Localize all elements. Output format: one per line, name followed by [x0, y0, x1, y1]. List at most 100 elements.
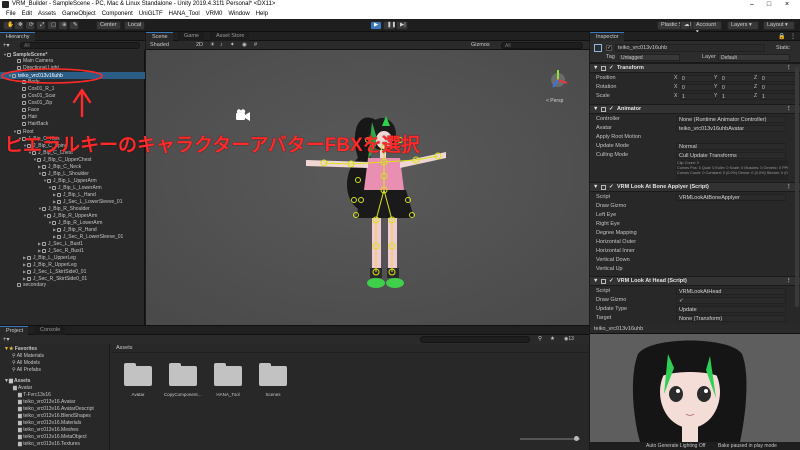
hidden-objects-icon[interactable]: ◉: [242, 42, 247, 48]
component-menu-icon[interactable]: ⋮: [786, 105, 792, 114]
project-folder-item[interactable]: ▆ teiko_vrc013v16.MetaObject: [4, 434, 87, 441]
component-menu-icon[interactable]: ⋮: [786, 183, 792, 192]
folder-label[interactable]: HANA_Tool: [204, 392, 252, 397]
breadcrumb-assets[interactable]: Assets: [116, 345, 133, 351]
tag-dropdown[interactable]: Untagged: [618, 54, 680, 61]
foldout-arrow-icon[interactable]: ▼: [593, 277, 598, 286]
field-value[interactable]: Cull Update Transforms: [676, 152, 786, 159]
eye-count-icon[interactable]: ◉13: [564, 336, 574, 342]
grid-toggle-icon[interactable]: #: [254, 42, 257, 48]
field-value[interactable]: None (Runtime Animator Controller): [676, 116, 786, 123]
close-icon[interactable]: ×: [780, 0, 794, 9]
component-menu-icon[interactable]: ⋮: [786, 64, 792, 73]
pause-button[interactable]: ❚❚: [383, 21, 396, 30]
audio-toggle-icon[interactable]: ♪: [220, 42, 223, 48]
hierarchy-item[interactable]: ▼ J_Bip_L_LowerArm: [0, 184, 145, 191]
menu-component[interactable]: Component: [102, 11, 133, 17]
menu-window[interactable]: Window: [228, 11, 249, 17]
inspector-scrollbar[interactable]: [795, 67, 799, 307]
field-value[interactable]: ✓: [676, 297, 786, 304]
folder-icon[interactable]: [259, 362, 287, 386]
hierarchy-item[interactable]: ▶ J_Bip_L_UpperLeg: [0, 254, 145, 261]
menu-edit[interactable]: Edit: [22, 11, 32, 17]
favorite-item[interactable]: ⚲ All Prefabs: [4, 367, 41, 374]
component-menu-icon[interactable]: ⋮: [786, 277, 792, 286]
project-folder-item[interactable]: ▆ teiko_vrc013v16.Textures: [4, 441, 80, 448]
component-enabled-checkbox[interactable]: ✓: [609, 277, 614, 286]
transform-x-field[interactable]: 1: [680, 93, 716, 100]
transform-z-field[interactable]: 0: [760, 75, 796, 82]
field-value[interactable]: VRMLookAtHead: [676, 288, 786, 295]
pivot-local-button[interactable]: Local: [124, 21, 146, 30]
hierarchy-item[interactable]: ▼ J_Bip_R_Shoulder: [0, 205, 145, 212]
assets-header[interactable]: ▼▆ Assets: [4, 378, 30, 385]
project-folder-item[interactable]: ▆ teiko_vrc013v16.AvatarDescript: [4, 406, 94, 413]
project-folder-item[interactable]: ▆ teiko_vrc013v16.Materials: [4, 420, 81, 427]
project-folder-item[interactable]: ▆ Avatar: [4, 385, 32, 392]
step-button[interactable]: ▶|: [396, 21, 408, 30]
tab-console[interactable]: Console: [34, 326, 66, 335]
hierarchy-item[interactable]: ▼ J_Bip_R_UpperArm: [0, 212, 145, 219]
transform-x-field[interactable]: 0: [680, 84, 716, 91]
transform-y-field[interactable]: 0: [720, 75, 756, 82]
rotate-tool-button[interactable]: ⟳: [25, 21, 35, 30]
menu-gameobject[interactable]: GameObject: [62, 11, 96, 17]
component-enabled-checkbox[interactable]: ✓: [609, 105, 614, 114]
transform-z-field[interactable]: 0: [760, 84, 796, 91]
project-folder-item[interactable]: ▆ teiko_vrc013v16.Meshes: [4, 427, 79, 434]
persp-label[interactable]: < Persp: [546, 98, 564, 104]
folder-label[interactable]: Avatar: [114, 392, 162, 397]
menu-unigltf[interactable]: UniGLTF: [139, 11, 163, 17]
transform-z-field[interactable]: 1: [760, 93, 796, 100]
zoom-slider[interactable]: [520, 436, 580, 441]
hierarchy-item[interactable]: HairBack: [0, 121, 145, 128]
move-tool-button[interactable]: ✥: [14, 21, 24, 30]
hierarchy-item[interactable]: ▶ J_Bip_R_Hand: [0, 226, 145, 233]
hierarchy-item[interactable]: ▼ J_Bip_L_Shoulder: [0, 170, 145, 177]
hierarchy-item[interactable]: secondary: [0, 282, 145, 289]
transform-component-header[interactable]: ▼ ✓ Transform ⋮: [590, 63, 800, 73]
foldout-arrow-icon[interactable]: ▼: [593, 183, 598, 192]
field-value[interactable]: Update: [676, 306, 786, 313]
foldout-arrow-icon[interactable]: ▼: [593, 64, 598, 73]
field-value[interactable]: VRMLookAtBoneApplyer: [676, 194, 786, 201]
hierarchy-item[interactable]: ▼ J_Bip_C_UpperChest: [0, 156, 145, 163]
tab-game[interactable]: Game: [178, 32, 204, 41]
pivot-center-button[interactable]: Center: [96, 21, 121, 30]
transform-y-field[interactable]: 1: [720, 93, 756, 100]
cloud-icon[interactable]: ☁: [680, 21, 690, 30]
menu-file[interactable]: File: [6, 11, 16, 17]
project-folder-item[interactable]: ▆ teiko_vrc013v16.BlendShapes: [4, 413, 91, 420]
star-icon[interactable]: ★: [550, 336, 555, 342]
scene-search-input[interactable]: [501, 42, 583, 49]
filter-icon[interactable]: ⚲: [538, 336, 542, 342]
lighting-toggle-icon[interactable]: ☀: [210, 42, 215, 48]
folder-icon[interactable]: [214, 362, 242, 386]
scene-viewport[interactable]: < Persp: [146, 50, 589, 325]
static-toggle[interactable]: Static: [776, 45, 790, 51]
hierarchy-item[interactable]: ▶ J_Bip_C_Neck: [0, 163, 145, 170]
kebab-menu-icon[interactable]: ⋮: [790, 33, 796, 40]
tab-scene[interactable]: Scene: [146, 32, 173, 41]
tab-asset-store[interactable]: Asset Store: [210, 32, 250, 41]
hierarchy-item[interactable]: ▶ J_Sec_L_SkirtSide0_01: [0, 268, 145, 275]
tab-inspector[interactable]: Inspector: [590, 32, 624, 41]
hierarchy-item[interactable]: ▶ J_Sec_R_LowerSleeve_01: [0, 233, 145, 240]
layout-dropdown[interactable]: Layout ▾: [763, 21, 795, 30]
favorites-header[interactable]: ▼★ Favorites: [4, 346, 37, 353]
layer-dropdown[interactable]: Default: [718, 54, 790, 61]
scene-root-row[interactable]: ▼ SampleScene*: [0, 51, 145, 58]
component-enabled-checkbox[interactable]: ✓: [609, 183, 614, 192]
active-checkbox[interactable]: ✓: [606, 45, 612, 51]
shading-mode-dropdown[interactable]: Shaded: [150, 42, 169, 48]
create-plus-icon[interactable]: +▾: [3, 42, 10, 49]
hierarchy-item[interactable]: ▼ J_Bip_L_UpperArm: [0, 177, 145, 184]
menu-help[interactable]: Help: [256, 11, 268, 17]
folder-icon[interactable]: [124, 362, 152, 386]
menu-assets[interactable]: Assets: [38, 11, 56, 17]
layers-dropdown[interactable]: Layers ▾: [727, 21, 759, 30]
account-dropdown[interactable]: Account ▾: [692, 21, 722, 35]
field-value[interactable]: None (Transform): [676, 315, 786, 322]
folder-label[interactable]: CopyComponent…: [159, 392, 207, 397]
object-name-field[interactable]: teiko_vrc013v16uhb: [615, 44, 765, 52]
